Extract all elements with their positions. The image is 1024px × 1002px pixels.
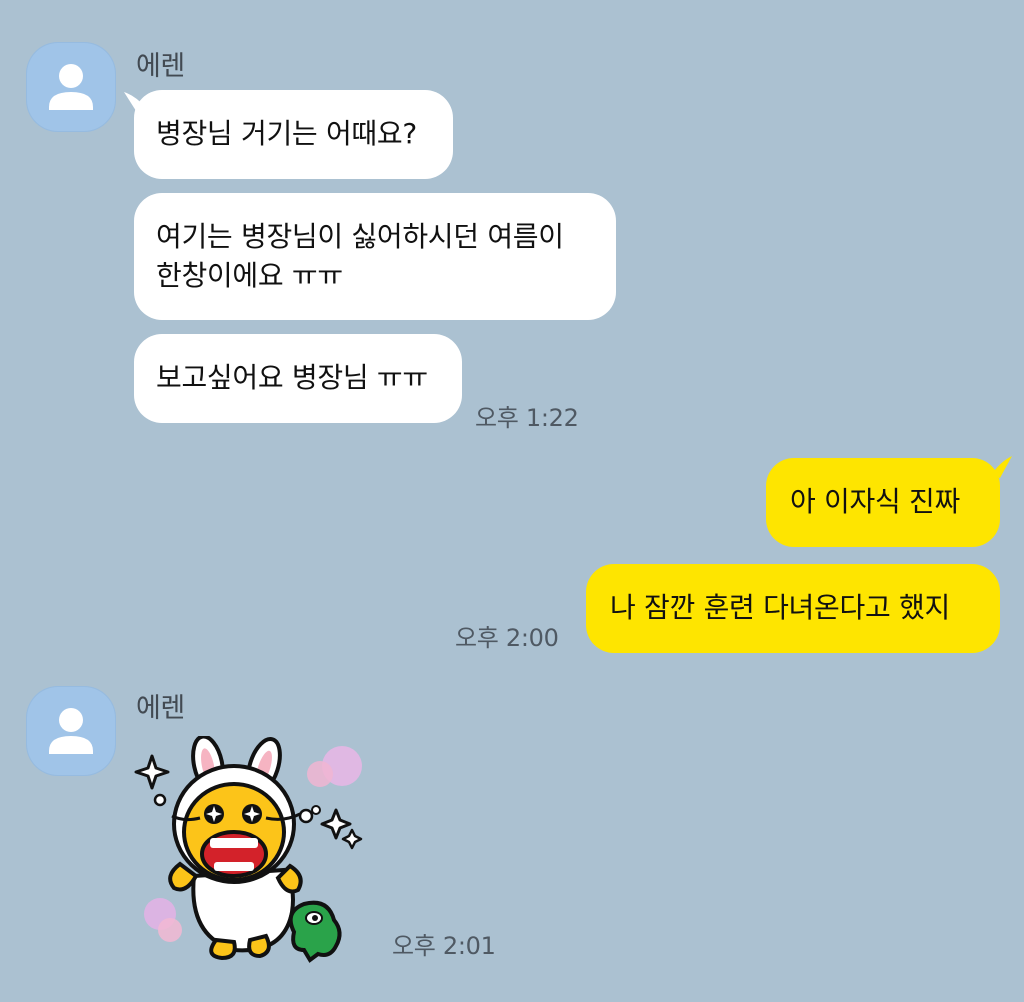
message-bubble[interactable]: 나 잠깐 훈련 다녀온다고 했지 <box>586 564 1000 653</box>
crying-rabbit-sticker[interactable] <box>134 736 374 966</box>
message-bubble[interactable]: 아 이자식 진짜 <box>766 458 1000 547</box>
message-text: 병장님 거기는 어때요? <box>156 117 417 150</box>
message-time: 오후 2:00 <box>455 624 559 652</box>
message-time: 오후 1:22 <box>475 404 579 432</box>
message-bubble[interactable]: 병장님 거기는 어때요? <box>134 90 453 179</box>
avatar[interactable] <box>26 42 116 132</box>
message-bubble[interactable]: 여기는 병장님이 싫어하시던 여름이 한창이에요 ㅠㅠ <box>134 193 616 320</box>
sender-name: 에렌 <box>136 693 185 724</box>
message-text: 한창이에요 ㅠㅠ <box>156 259 343 292</box>
avatar[interactable] <box>26 686 116 776</box>
sender-name: 에렌 <box>136 51 185 82</box>
message-time: 오후 2:01 <box>392 932 496 960</box>
message-text: 아 이자식 진짜 <box>790 485 960 518</box>
message-text: 여기는 병장님이 싫어하시던 여름이 <box>156 220 564 253</box>
message-text: 나 잠깐 훈련 다녀온다고 했지 <box>610 591 950 624</box>
person-icon <box>49 64 93 110</box>
person-icon <box>49 708 93 754</box>
message-text: 보고싶어요 병장님 ㅠㅠ <box>156 361 428 394</box>
message-bubble[interactable]: 보고싶어요 병장님 ㅠㅠ <box>134 334 462 423</box>
